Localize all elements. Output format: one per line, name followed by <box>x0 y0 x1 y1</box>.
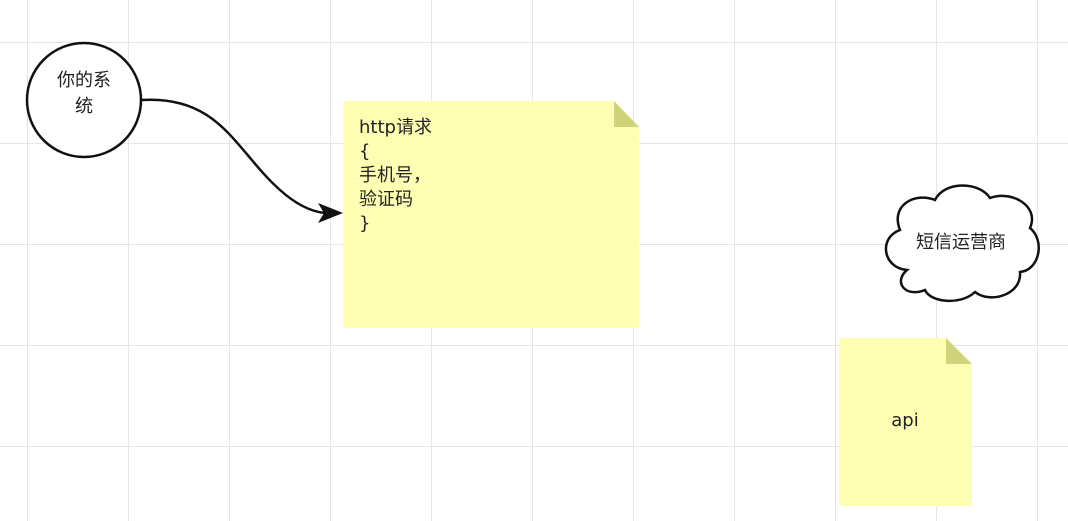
sms-provider-label: 短信运营商 <box>916 232 1006 253</box>
diagram-canvas[interactable]: 你的系统 http请求 { 手机号， 验证码 } 短信运营商 api <box>0 0 1068 521</box>
note-line: http请求 <box>359 117 432 138</box>
system-label-line: 统 <box>75 96 93 117</box>
note-line: { <box>359 141 371 162</box>
system-label-line: 你的系 <box>57 70 111 91</box>
note-line: } <box>359 213 371 234</box>
note-fold-corner <box>946 338 972 364</box>
system-label: 你的系统 <box>28 68 140 120</box>
request-note-text: http请求 { 手机号， 验证码 } <box>359 116 619 236</box>
connector-arrow[interactable] <box>140 98 343 223</box>
diagram-shapes <box>25 41 1040 506</box>
note-line: 手机号， <box>359 165 431 186</box>
system-label-text: 你的系统 <box>28 68 140 120</box>
api-label: api <box>891 410 919 431</box>
note-line: 验证码 <box>359 189 413 210</box>
